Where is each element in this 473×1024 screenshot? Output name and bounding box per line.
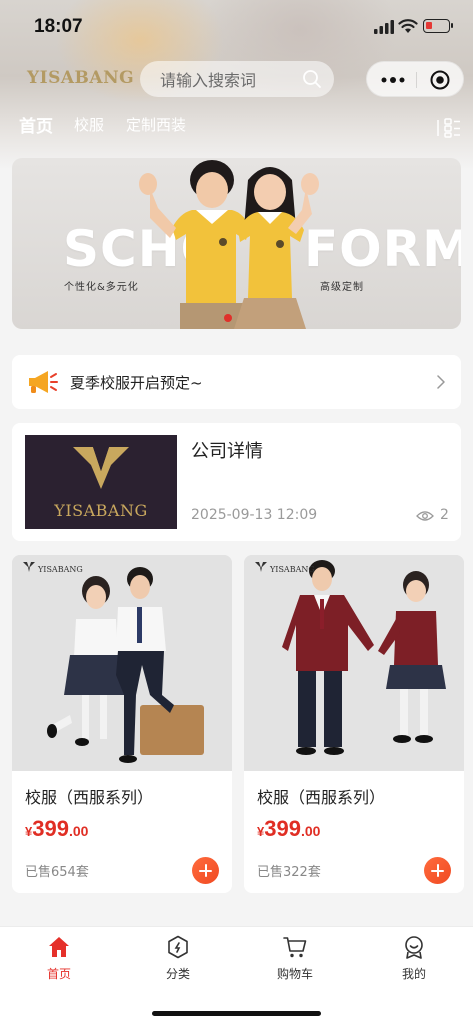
search-icon[interactable]	[302, 69, 322, 89]
more-icon[interactable]	[381, 77, 405, 83]
brand-logo: YISABANG	[27, 68, 135, 88]
profile-icon	[405, 936, 423, 959]
category-icon	[168, 935, 188, 959]
brand-emblem-icon	[255, 562, 267, 572]
add-to-cart-button[interactable]	[424, 857, 451, 884]
article-card[interactable]: YISABANG 公司详情 2025-09-13 12:09 2	[12, 423, 461, 541]
product-image	[12, 555, 232, 771]
nav-home[interactable]: 首页	[19, 935, 99, 982]
price-decimal: .00	[68, 823, 89, 839]
product-sold-count: 已售322套	[257, 865, 321, 880]
product-image	[244, 555, 464, 771]
notice-text: 夏季校服开启预定~	[70, 374, 203, 392]
article-thumbnail: YISABANG	[25, 435, 177, 529]
category-menu-icon[interactable]	[437, 118, 461, 138]
nav-cart-label: 购物车	[276, 967, 313, 981]
search-placeholder: 请输入搜索词	[160, 71, 257, 90]
article-view-count: 2	[440, 507, 449, 523]
eye-icon	[416, 511, 434, 521]
product-title: 校服（西服系列）	[257, 788, 386, 807]
add-to-cart-button[interactable]	[192, 857, 219, 884]
bottom-tab-bar: 首页 分类 购物车 我的	[0, 926, 473, 1024]
nav-cart[interactable]: 购物车	[255, 935, 335, 982]
tab-custom-suit[interactable]: 定制西装	[126, 114, 186, 135]
chevron-right-icon	[437, 375, 445, 389]
close-miniprogram-icon[interactable]	[430, 70, 450, 90]
battery-icon	[423, 19, 453, 33]
article-date: 2025-09-13 12:09	[191, 507, 318, 523]
tab-home[interactable]: 首页	[19, 112, 53, 137]
capsule-divider	[416, 72, 417, 88]
miniprogram-capsule	[366, 61, 464, 97]
home-indicator	[152, 1011, 321, 1016]
header: YISABANG 请输入搜索词	[0, 58, 473, 100]
nav-profile[interactable]: 我的	[374, 935, 454, 982]
nav-profile-label: 我的	[401, 967, 426, 981]
product-title: 校服（西服系列）	[25, 788, 154, 807]
nav-category[interactable]: 分类	[138, 935, 218, 982]
price-integer: 399	[264, 816, 301, 841]
price-decimal: .00	[300, 823, 321, 839]
top-tabs: 首页 校服 定制西装	[0, 114, 473, 146]
tab-uniform[interactable]: 校服	[74, 114, 104, 135]
product-price: ¥399.00	[25, 816, 88, 842]
product-card[interactable]: YISABANG 校服（西服系列） ¥399.00 已售654套	[12, 555, 232, 893]
article-thumbnail-brand: YISABANG	[54, 501, 148, 520]
cart-icon	[283, 937, 307, 958]
search-input[interactable]: 请输入搜索词	[140, 61, 334, 97]
product-price: ¥399.00	[257, 816, 320, 842]
nav-home-label: 首页	[46, 967, 71, 981]
nav-category-label: 分类	[165, 967, 190, 981]
notice-bar[interactable]: 夏季校服开启预定~	[12, 355, 461, 409]
product-image-brand: YISABANG	[38, 565, 83, 574]
banner-kids-image	[139, 160, 319, 329]
promo-banner[interactable]: SCHO FORM 个性化&多元化 高级定制	[12, 158, 461, 329]
home-icon	[49, 937, 69, 957]
status-bar: 18:07	[0, 0, 473, 54]
article-title: 公司详情	[191, 441, 263, 462]
status-time: 18:07	[34, 16, 83, 37]
product-image-brand: YISABANG	[270, 565, 315, 574]
product-sold-count: 已售654套	[25, 865, 89, 880]
wifi-icon	[398, 19, 418, 33]
megaphone-icon	[29, 371, 58, 393]
brand-emblem-icon	[73, 447, 129, 489]
cellular-signal-icon	[374, 20, 394, 34]
product-card[interactable]: YISABANG 校服（西服系列） ¥399.00 已售322套	[244, 555, 464, 893]
brand-emblem-icon	[23, 562, 35, 572]
price-integer: 399	[32, 816, 69, 841]
